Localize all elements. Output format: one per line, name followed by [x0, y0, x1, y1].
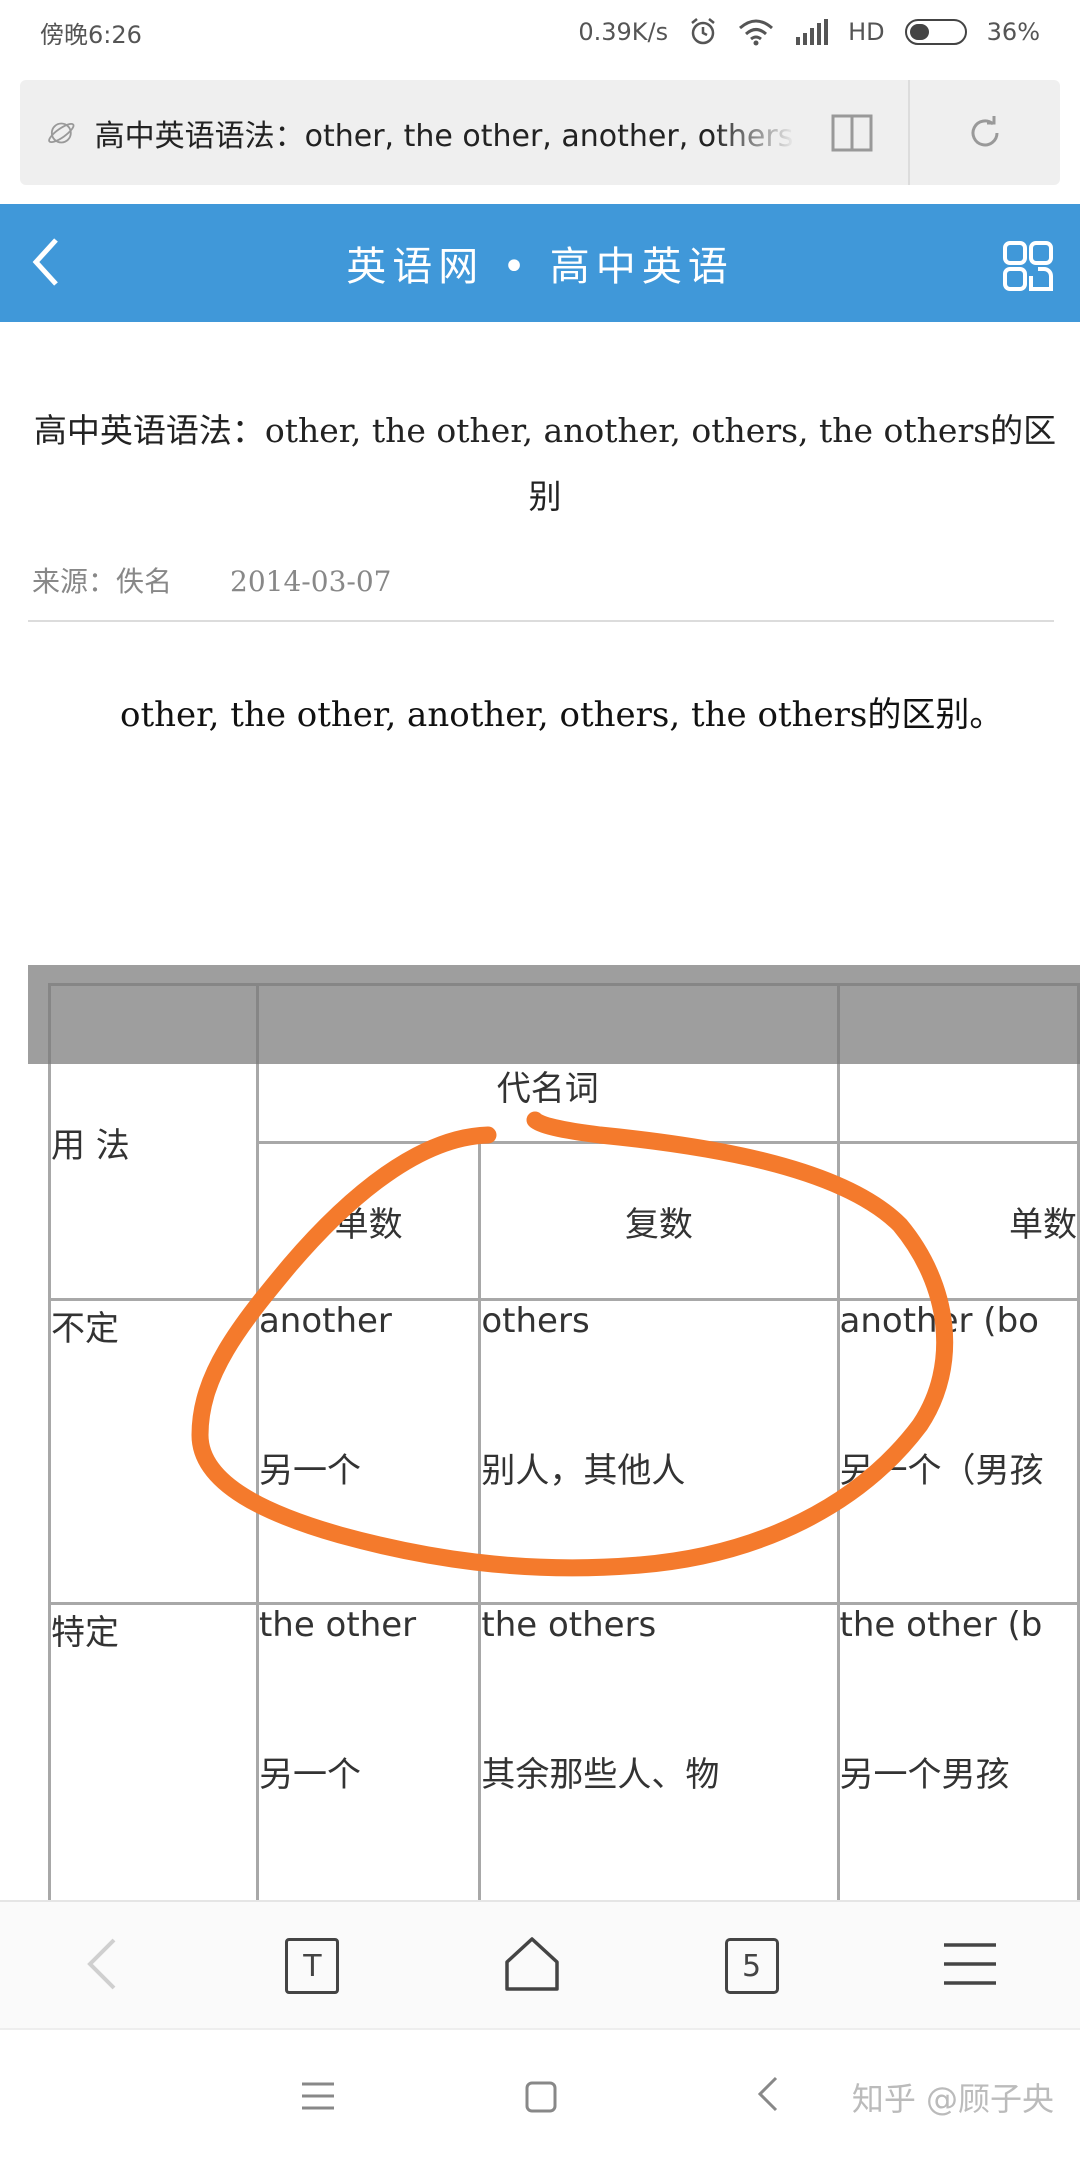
battery-icon [904, 19, 967, 45]
tabs-button[interactable]: 5 [724, 1938, 779, 1994]
source-label: 来源： [32, 565, 117, 598]
grammar-table-image: 用 法 代名词 单数 复数 单数 不定 another 另一个 others 别人，… [0, 965, 1080, 1900]
address-field[interactable]: 高中英语语法：other, the other, another, others… [20, 80, 796, 185]
battery-fill [909, 24, 929, 40]
site-header: 英语网 • 高中英语 [0, 204, 1080, 322]
browser-menu-button[interactable] [942, 1941, 998, 1991]
recent-apps-button[interactable] [300, 2080, 336, 2116]
article-intro: other, the other, another, others, the o… [120, 695, 1004, 735]
site-section: 高中英语 [549, 244, 734, 290]
back-nav-button[interactable] [82, 1934, 122, 1998]
system-back-button[interactable] [756, 2074, 780, 2118]
article-title: 高中英语语法：other, the other, another, others… [33, 411, 1057, 516]
site-name: 英语网 [346, 244, 485, 290]
refresh-icon [971, 115, 999, 146]
system-back-icon [757, 2076, 778, 2112]
article-source: 佚名 [116, 565, 173, 598]
grid-icon [1003, 241, 1053, 291]
network-speed: 0.39K/s [578, 18, 669, 46]
title-separator: • [502, 244, 532, 290]
menu-grid-button[interactable] [1002, 240, 1054, 296]
battery-percent: 36% [986, 18, 1040, 46]
menu-lines-icon [302, 2082, 334, 2110]
signal-icon [796, 19, 829, 45]
divider [28, 620, 1054, 622]
watermark: 知乎 @顾子央 [851, 2080, 1054, 2118]
site-title: 英语网 • 高中英语 [346, 234, 734, 292]
browser-toolbar: T 5 [0, 1900, 1080, 2030]
alarm-icon [691, 18, 715, 45]
article-meta: 来源：佚名 2014-03-07 [32, 560, 391, 600]
home-icon [505, 1937, 559, 1991]
status-time: 傍晚6:26 [40, 20, 142, 49]
wifi-icon [739, 19, 774, 46]
status-bar: 傍晚6:26 0.39K/s HD 36% [0, 0, 1080, 64]
text-mode-label: T [303, 1948, 322, 1984]
system-nav-bar: 知乎 @顾子央 [0, 2028, 1080, 2162]
browser-address-bar[interactable]: 高中英语语法：other, the other, another, others… [20, 80, 1060, 185]
back-button[interactable] [28, 234, 64, 294]
back-arrow-icon [86, 1938, 116, 1990]
tab-count: 5 [742, 1948, 762, 1984]
orange-circle-annotation [191, 1111, 954, 1577]
hamburger-icon [944, 1943, 997, 1985]
planet-icon [48, 122, 75, 143]
reader-mode-button[interactable] [796, 80, 908, 185]
hd-indicator: HD [848, 18, 885, 46]
page-title-in-address: 高中英语语法：other, the other, another, others… [94, 118, 796, 154]
chevron-left-icon [32, 238, 58, 286]
text-mode-button[interactable]: T [285, 1938, 340, 1994]
square-icon [525, 2081, 557, 2113]
article-date: 2014-03-07 [230, 565, 392, 598]
status-icons: 0.39K/s HD 36% [578, 17, 1040, 47]
system-home-button[interactable] [524, 2080, 558, 2118]
home-button[interactable] [503, 1936, 561, 1996]
book-icon [831, 114, 873, 151]
refresh-button[interactable] [910, 80, 1060, 185]
